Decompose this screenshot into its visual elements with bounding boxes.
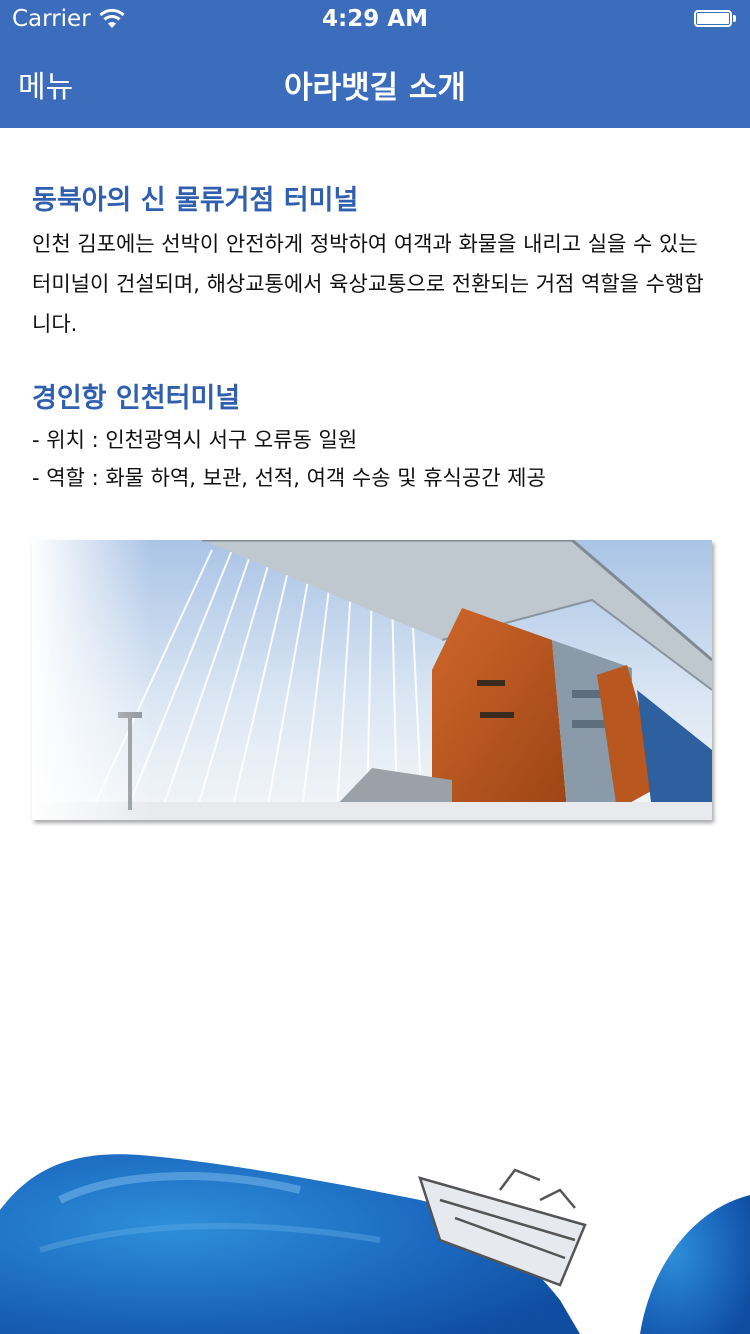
terminal-photo	[32, 538, 716, 826]
page-title: 아라뱃길 소개	[284, 70, 466, 106]
section-title-terminal: 경인항 인천터미널	[32, 383, 241, 414]
terminal-role: - 역할 : 화물 하역, 보관, 선적, 여객 수송 및 휴식공간 제공	[32, 466, 546, 490]
battery-icon	[694, 10, 738, 29]
navigation-bar: 메뉴 아라뱃길 소개	[0, 40, 750, 128]
status-bar: Carrier 4:29 AM	[0, 0, 750, 40]
section-title-logistics: 동북아의 신 물류거점 터미널	[32, 185, 359, 216]
terminal-photo-illustration	[32, 538, 713, 820]
status-time: 4:29 AM	[322, 6, 428, 32]
section-body-logistics: 인천 김포에는 선박이 안전하게 정박하여 여객과 화물을 내리고 실을 수 있…	[32, 232, 704, 336]
wave-illustration	[0, 1154, 750, 1334]
top-bar: Carrier 4:29 AM 메뉴 아라뱃길 소개	[0, 0, 750, 128]
battery-fill	[697, 13, 729, 24]
terminal-location: - 위치 : 인천광역시 서구 오류동 일원	[32, 428, 358, 452]
